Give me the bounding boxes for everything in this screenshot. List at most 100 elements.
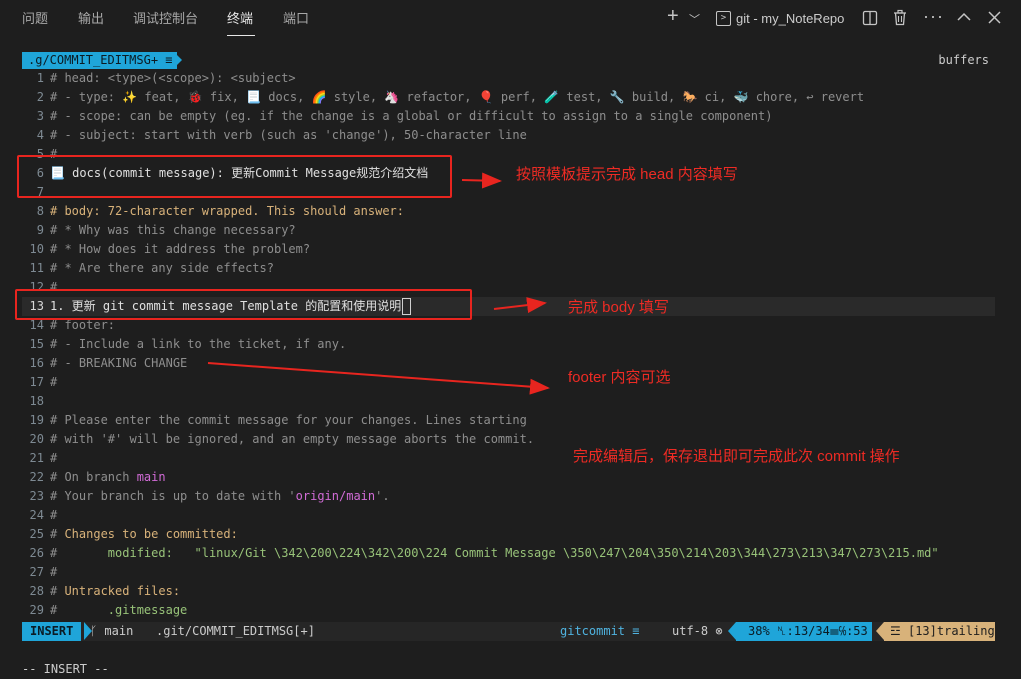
line-text: # Please enter the commit message for yo…	[50, 413, 527, 427]
line-number: 26	[29, 546, 44, 560]
terminal-icon: >	[716, 11, 731, 26]
line-number: 10	[29, 242, 44, 256]
editor-line[interactable]: 18	[22, 392, 995, 411]
line-text: # modified: "linux/Git \342\200\224\342\…	[50, 546, 939, 560]
buffer-tab-separator	[174, 52, 182, 68]
add-icon[interactable]: +	[667, 6, 679, 26]
line-number: 24	[29, 508, 44, 522]
line-number: 27	[29, 565, 44, 579]
line-number: 9	[36, 223, 44, 237]
line-number: 3	[36, 109, 44, 123]
editor-line[interactable]: 9 # * Why was this change necessary?	[22, 221, 995, 240]
tab-output[interactable]: 输出	[78, 10, 104, 28]
line-number: 2	[36, 90, 44, 104]
line-text: # - type: ✨ feat, 🐞 fix, 📃 docs, 🌈 style…	[50, 90, 865, 104]
encoding: utf-8 ⊗	[672, 624, 723, 638]
file-name: .git/COMMIT_EDITMSG[+]	[156, 624, 315, 638]
more-icon[interactable]: ···	[923, 6, 944, 26]
line-number: 18	[29, 394, 44, 408]
line-text: #	[50, 375, 58, 389]
line-number: 22	[29, 470, 44, 484]
editor-line[interactable]: 26 # modified: "linux/Git \342\200\224\34…	[22, 544, 995, 563]
line-text: # * Why was this change necessary?	[50, 223, 296, 237]
annotation-box-head	[17, 155, 452, 198]
terminal[interactable]: .g/COMMIT_EDITMSG+ ≡ buffers 1 # head: <t…	[22, 52, 995, 679]
tab-debug-console[interactable]: 调试控制台	[133, 10, 198, 28]
tab-problems[interactable]: 问题	[22, 10, 48, 28]
editor-line[interactable]: 19 # Please enter the commit message for …	[22, 411, 995, 430]
annotation-body: 完成 body 填写	[568, 299, 669, 316]
editor-line[interactable]: 22 # On branch main	[22, 468, 995, 487]
editor-line[interactable]: 4 # - subject: start with verb (such as '…	[22, 126, 995, 145]
editor-line[interactable]: 23 # Your branch is up to date with 'orig…	[22, 487, 995, 506]
line-number: 17	[29, 375, 44, 389]
close-icon[interactable]	[988, 11, 1001, 24]
line-number: 21	[29, 451, 44, 465]
line-number: 29	[29, 603, 44, 617]
line-text: #	[50, 451, 58, 465]
editor-line[interactable]: 2 # - type: ✨ feat, 🐞 fix, 📃 docs, 🌈 styl…	[22, 88, 995, 107]
editor-line[interactable]: 16 # - BREAKING CHANGE	[22, 354, 995, 373]
line-number: 15	[29, 337, 44, 351]
chevron-down-icon[interactable]: ﹀	[689, 10, 700, 30]
editor-line[interactable]: 1 # head: <type>(<scope>): <subject>	[22, 69, 995, 88]
line-number: 16	[29, 356, 44, 370]
buffer-tab[interactable]: .g/COMMIT_EDITMSG+ ≡	[22, 52, 177, 69]
trailing-whitespace-warning: ☲ [13]trailing	[884, 622, 995, 641]
editor-line[interactable]: 15 # - Include a link to the ticket, if a…	[22, 335, 995, 354]
line-text: # Untracked files:	[50, 584, 181, 598]
terminal-name[interactable]: git - my_NoteRepo	[736, 10, 844, 28]
filetype: gitcommit ≡	[560, 624, 640, 638]
line-text: #	[50, 565, 58, 579]
tab-terminal[interactable]: 终端	[227, 10, 253, 28]
active-tab-indicator	[227, 35, 255, 36]
line-text: # - scope: can be empty (eg. if the chan…	[50, 109, 773, 123]
editor-line[interactable]: 24 #	[22, 506, 995, 525]
line-number: 8	[36, 204, 44, 218]
line-text: # - BREAKING CHANGE	[50, 356, 188, 370]
line-text: # with '#' will be ignored, and an empty…	[50, 432, 535, 446]
trash-icon[interactable]	[892, 9, 908, 26]
buffers-label: buffers	[938, 53, 989, 67]
cursor-position: 38% ␤:13/34☰℅:53	[736, 622, 872, 641]
branch-indicator: ᚴ main	[90, 624, 134, 638]
line-text: # Changes to be committed:	[50, 527, 238, 541]
annotation-box-body	[15, 289, 472, 320]
line-number: 20	[29, 432, 44, 446]
line-text: # - Include a link to the ticket, if any…	[50, 337, 347, 351]
editor-line[interactable]: 3 # - scope: can be empty (eg. if the cha…	[22, 107, 995, 126]
editor-line[interactable]: 10 # * How does it address the problem?	[22, 240, 995, 259]
line-text: # - subject: start with verb (such as 'c…	[50, 128, 527, 142]
annotation-head: 按照模板提示完成 head 内容填写	[516, 166, 738, 183]
split-icon[interactable]	[862, 10, 878, 26]
line-number: 11	[29, 261, 44, 275]
annotation-footer: footer 内容可选	[568, 369, 671, 386]
line-number: 4	[36, 128, 44, 142]
line-text: # .gitmessage	[50, 603, 188, 617]
annotation-done: 完成编辑后，保存退出即可完成此次 commit 操作	[573, 448, 900, 465]
editor-line[interactable]: 25 # Changes to be committed:	[22, 525, 995, 544]
editor-line[interactable]: 17 #	[22, 373, 995, 392]
editor-line[interactable]: 28 # Untracked files:	[22, 582, 995, 601]
line-text: # body: 72-character wrapped. This shoul…	[50, 204, 405, 218]
line-text: # * Are there any side effects?	[50, 261, 274, 275]
editor-line[interactable]: 11 # * Are there any side effects?	[22, 259, 995, 278]
trailing-separator	[876, 622, 884, 640]
chevron-up-icon[interactable]	[957, 12, 971, 22]
command-line: -- INSERT --	[22, 662, 109, 676]
line-text: # On branch main	[50, 470, 166, 484]
editor-line[interactable]: 29 # .gitmessage	[22, 601, 995, 620]
tab-ports[interactable]: 端口	[283, 10, 309, 28]
line-number: 1	[36, 71, 44, 85]
vim-tabline: .g/COMMIT_EDITMSG+ ≡ buffers	[22, 52, 995, 69]
vim-statusline: INSERT ᚴ main .git/COMMIT_EDITMSG[+] git…	[22, 622, 995, 641]
line-number: 19	[29, 413, 44, 427]
line-number: 25	[29, 527, 44, 541]
editor-line[interactable]: 27 #	[22, 563, 995, 582]
line-number: 28	[29, 584, 44, 598]
line-text: # head: <type>(<scope>): <subject>	[50, 71, 296, 85]
position-separator	[728, 622, 736, 640]
line-number: 23	[29, 489, 44, 503]
editor-line[interactable]: 8 # body: 72-character wrapped. This shou…	[22, 202, 995, 221]
line-text: # Your branch is up to date with 'origin…	[50, 489, 390, 503]
